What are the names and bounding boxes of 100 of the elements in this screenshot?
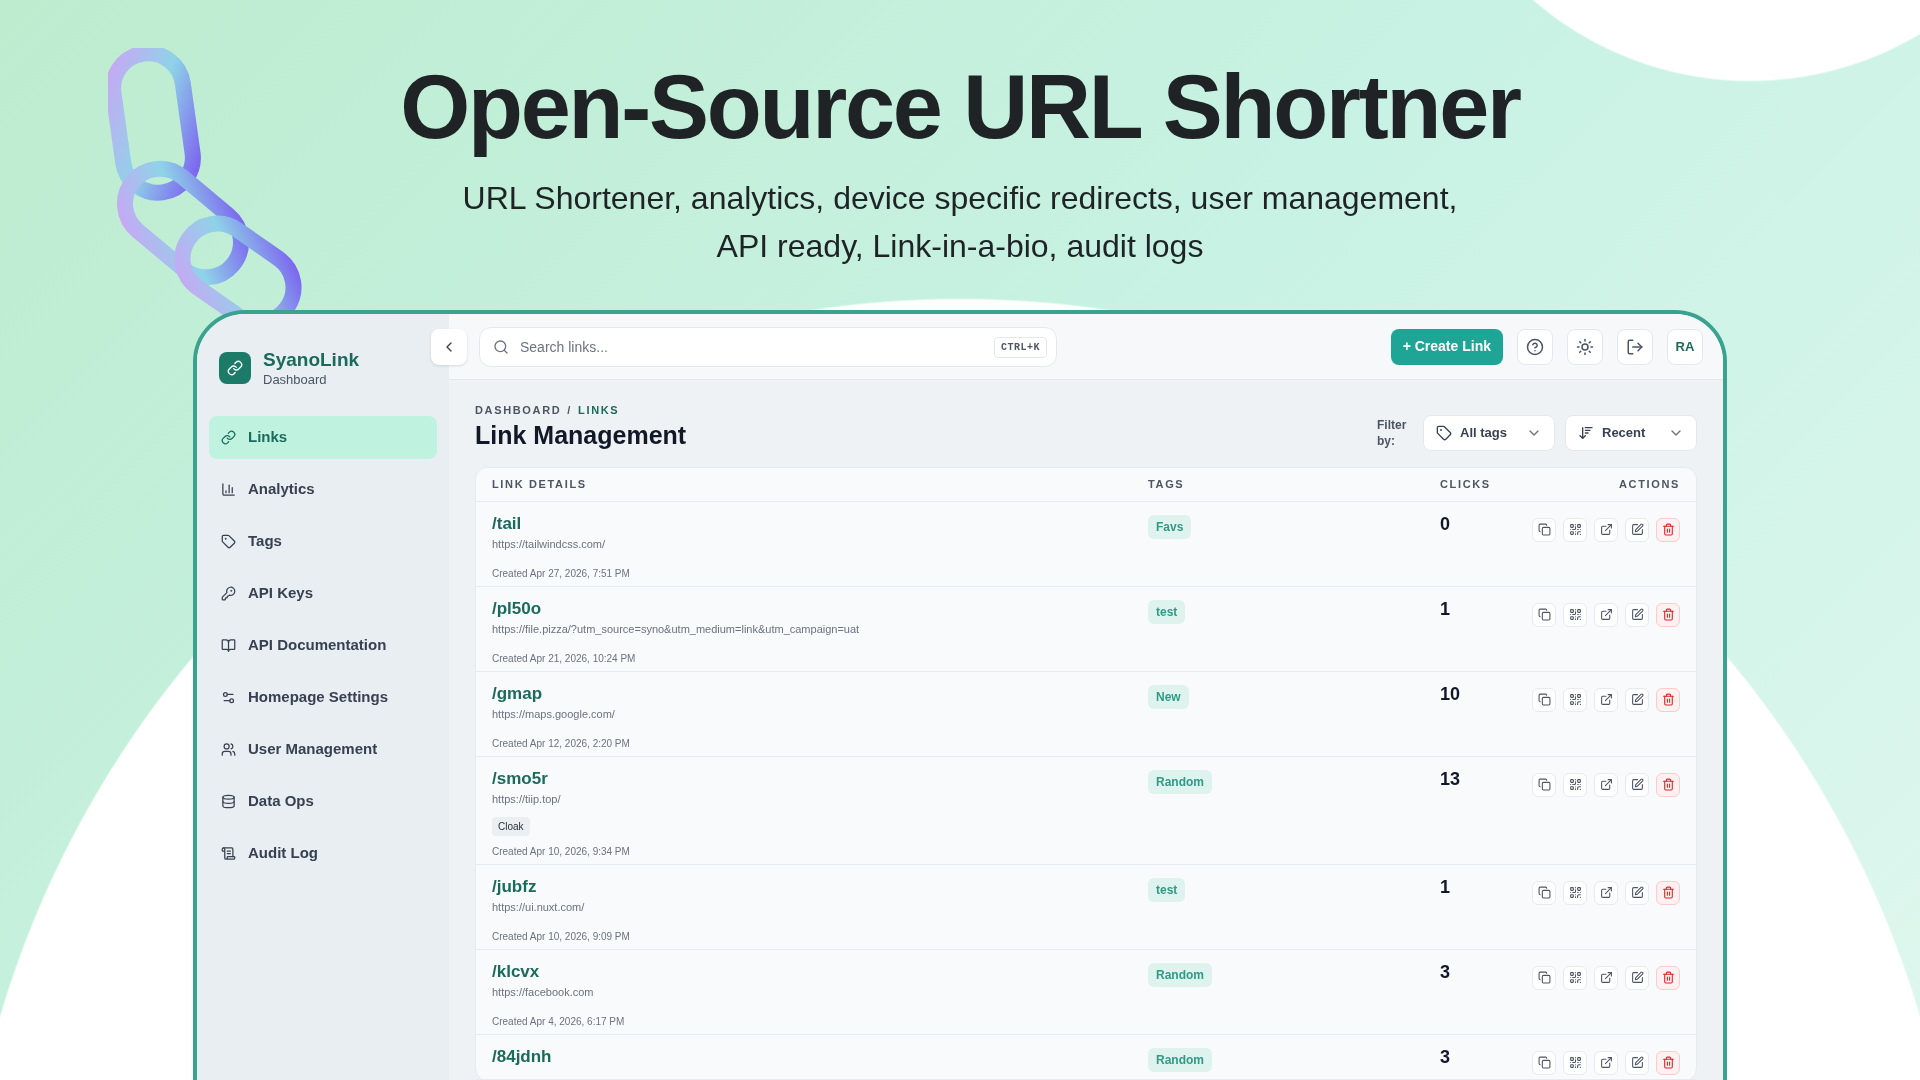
short-link[interactable]: /pl50o	[492, 596, 542, 621]
open-link-button[interactable]	[1594, 517, 1618, 542]
delete-button[interactable]	[1656, 517, 1680, 542]
sidebar-item[interactable]: Data Ops	[209, 780, 437, 823]
open-link-button[interactable]	[1594, 602, 1618, 627]
short-link[interactable]: /gmap	[492, 681, 543, 706]
qr-code-icon	[1568, 886, 1582, 899]
copy-button[interactable]	[1532, 965, 1556, 990]
click-count: 0	[1440, 512, 1451, 536]
copy-icon	[1537, 693, 1551, 706]
copy-icon	[1537, 1056, 1551, 1069]
delete-button[interactable]	[1656, 772, 1680, 797]
qr-code-icon	[1568, 1056, 1582, 1069]
qr-code-button[interactable]	[1563, 880, 1587, 905]
edit-icon	[1630, 1056, 1644, 1069]
qr-code-icon	[1568, 778, 1582, 791]
qr-code-button[interactable]	[1563, 602, 1587, 627]
copy-button[interactable]	[1532, 880, 1556, 905]
short-link[interactable]: /84jdnh	[492, 1044, 552, 1069]
qr-code-button[interactable]	[1563, 517, 1587, 542]
qr-code-icon	[1568, 971, 1582, 984]
click-count: 10	[1440, 682, 1462, 706]
created-date: Created Apr 27, 2026, 7:51 PM	[492, 566, 630, 581]
click-count: 1	[1440, 875, 1451, 899]
theme-button[interactable]	[1567, 328, 1603, 365]
trash-icon	[1661, 608, 1675, 621]
click-count: 3	[1440, 1045, 1451, 1069]
trash-icon	[1661, 1056, 1675, 1069]
delete-button[interactable]	[1656, 687, 1680, 712]
sidebar-item[interactable]: User Management	[209, 728, 437, 771]
avatar-button[interactable]: RA	[1667, 328, 1703, 365]
short-link[interactable]: /smo5r	[492, 766, 548, 791]
delete-button[interactable]	[1656, 1050, 1680, 1075]
edit-icon	[1630, 608, 1644, 621]
copy-button[interactable]	[1532, 772, 1556, 797]
qr-code-button[interactable]	[1563, 1050, 1587, 1075]
tag-badge: Random	[1148, 1047, 1212, 1072]
edit-button[interactable]	[1625, 687, 1649, 712]
short-link[interactable]: /klcvx	[492, 959, 540, 984]
trash-icon	[1661, 971, 1675, 984]
click-count: 1	[1440, 597, 1451, 621]
column-header: TAGS	[1148, 476, 1186, 492]
open-link-button[interactable]	[1594, 880, 1618, 905]
copy-button[interactable]	[1532, 687, 1556, 712]
delete-button[interactable]	[1656, 965, 1680, 990]
breadcrumb-item[interactable]: DASHBOARD	[475, 402, 562, 419]
sidebar-item[interactable]: Analytics	[209, 468, 437, 511]
short-link[interactable]: /jubfz	[492, 874, 537, 899]
column-header: CLICKS	[1440, 476, 1492, 492]
qr-code-icon	[1568, 523, 1582, 536]
sort-dropdown[interactable]: Recent	[1565, 414, 1697, 451]
book-icon	[221, 638, 236, 653]
open-link-button[interactable]	[1594, 965, 1618, 990]
sidebar-item[interactable]: API Keys	[209, 572, 437, 615]
link-icon	[221, 430, 236, 445]
open-link-button[interactable]	[1594, 687, 1618, 712]
tag-filter-dropdown[interactable]: All tags	[1423, 414, 1555, 451]
edit-button[interactable]	[1625, 772, 1649, 797]
edit-button[interactable]	[1625, 602, 1649, 627]
external-link-icon	[1599, 523, 1613, 536]
hero-title: Open-Source URL Shortner	[400, 56, 1520, 159]
qr-code-button[interactable]	[1563, 687, 1587, 712]
external-link-icon	[1599, 1056, 1613, 1069]
help-button[interactable]	[1517, 328, 1553, 365]
edit-button[interactable]	[1625, 517, 1649, 542]
logout-button[interactable]	[1617, 328, 1653, 365]
open-link-button[interactable]	[1594, 1050, 1618, 1075]
delete-button[interactable]	[1656, 880, 1680, 905]
copy-button[interactable]	[1532, 602, 1556, 627]
qr-code-button[interactable]	[1563, 965, 1587, 990]
delete-button[interactable]	[1656, 602, 1680, 627]
copy-button[interactable]	[1532, 517, 1556, 542]
trash-icon	[1661, 886, 1675, 899]
edit-button[interactable]	[1625, 880, 1649, 905]
edit-icon	[1630, 523, 1644, 536]
destination-url: https://tailwindcss.com/	[492, 536, 606, 552]
qr-code-button[interactable]	[1563, 772, 1587, 797]
edit-icon	[1630, 971, 1644, 984]
edit-icon	[1630, 778, 1644, 791]
tag-badge: Random	[1148, 962, 1212, 987]
edit-button[interactable]	[1625, 1050, 1649, 1075]
sidebar-item[interactable]: Tags	[209, 520, 437, 563]
shortcut-hint: CTRL+K	[994, 336, 1047, 358]
sidebar-item[interactable]: Homepage Settings	[209, 676, 437, 719]
sidebar-item[interactable]: Links	[209, 416, 437, 459]
edit-button[interactable]	[1625, 965, 1649, 990]
copy-button[interactable]	[1532, 1050, 1556, 1075]
created-date: Created Apr 21, 2026, 10:24 PM	[492, 651, 636, 666]
destination-url: https://file.pizza/?utm_source=syno&utm_medium=link&utm_campaign=uat	[492, 621, 860, 637]
open-link-button[interactable]	[1594, 772, 1618, 797]
click-count: 13	[1440, 767, 1462, 791]
external-link-icon	[1599, 608, 1613, 621]
tag-badge: New	[1148, 684, 1189, 709]
sidebar-item[interactable]: Audit Log	[209, 832, 437, 875]
copy-icon	[1537, 608, 1551, 621]
sidebar-item[interactable]: API Documentation	[209, 624, 437, 667]
short-link[interactable]: /tail	[492, 511, 522, 536]
sort-icon	[1578, 424, 1594, 441]
created-date: Created Apr 10, 2026, 9:34 PM	[492, 844, 630, 859]
trash-icon	[1661, 693, 1675, 706]
